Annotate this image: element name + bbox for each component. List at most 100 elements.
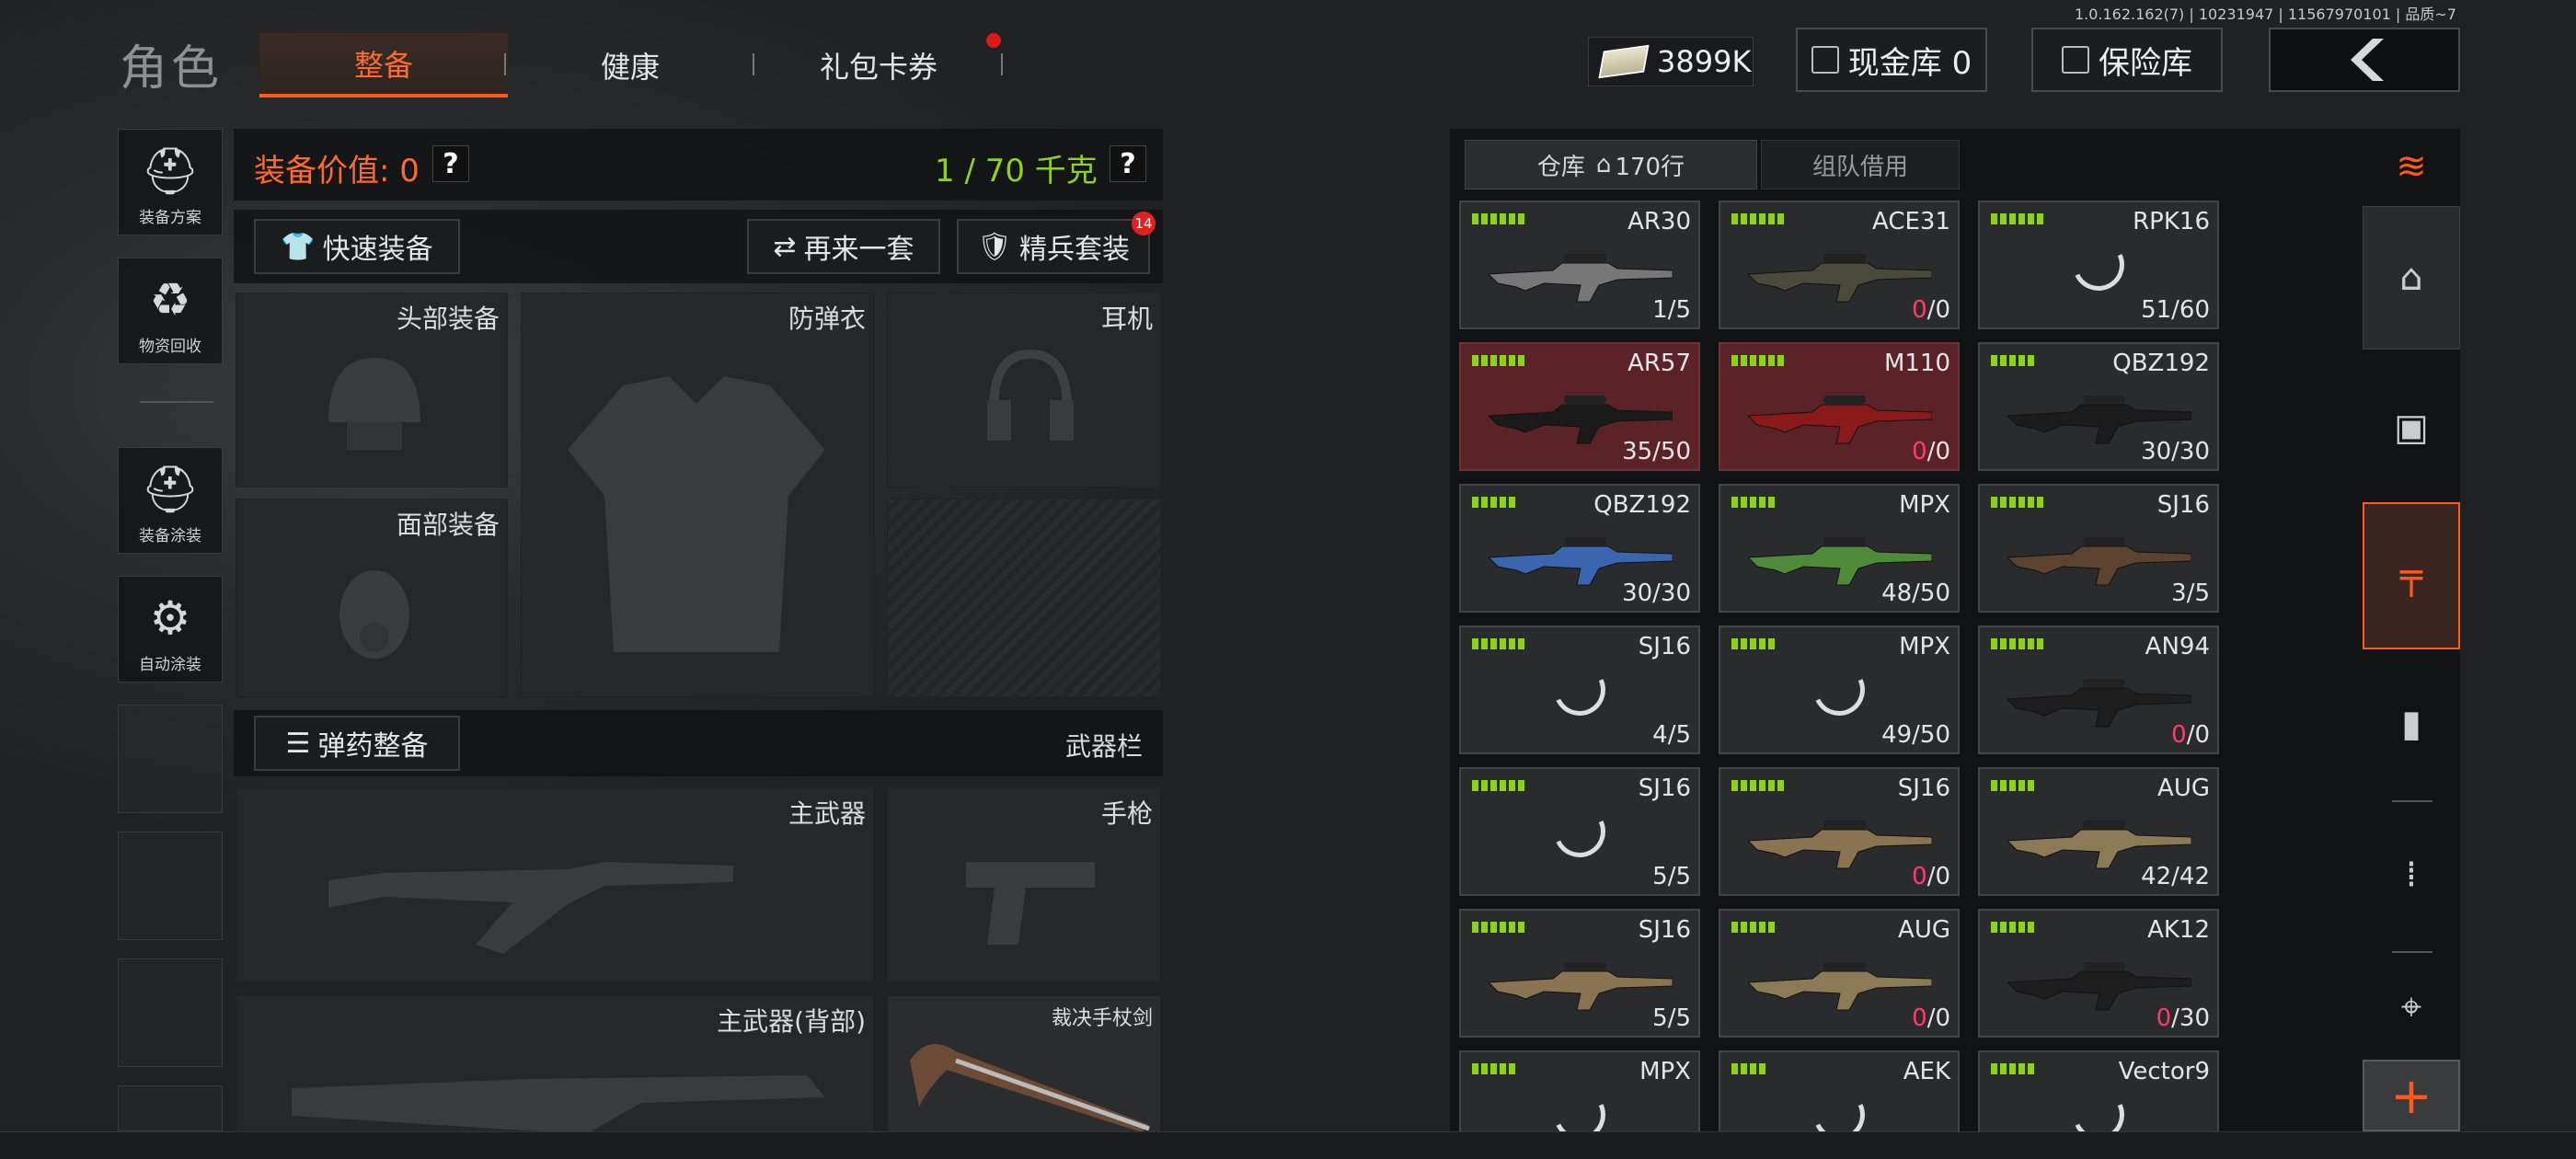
storage-item[interactable]: MPX xyxy=(1459,1050,1700,1131)
item-count: 0/0 xyxy=(1912,438,1950,465)
quick-equip-label: 快速装备 xyxy=(322,234,433,266)
tab-warehouse[interactable]: 仓库 ⌂ 170行 xyxy=(1465,140,1757,189)
loading-spinner-icon xyxy=(1547,798,1613,865)
item-name: ACE31 xyxy=(1872,208,1950,235)
shield-icon: 🛡 xyxy=(976,230,1013,263)
storage-item[interactable]: AUG 42/42 xyxy=(1978,767,2219,896)
safe-icon xyxy=(2062,46,2089,74)
sidebar-empty-slot xyxy=(118,1085,223,1131)
category-divider xyxy=(2392,951,2432,953)
loading-spinner-icon xyxy=(1547,657,1613,723)
rarity-bars xyxy=(1991,780,2034,791)
slot-primary-weapon[interactable]: 主武器 xyxy=(236,787,874,982)
loading-spinner-icon xyxy=(1806,1082,1872,1131)
currency-display[interactable]: 3899K xyxy=(1588,37,1754,86)
rarity-bars xyxy=(1731,1063,1765,1074)
count-badge: 14 xyxy=(1132,212,1156,235)
item-count: 0/30 xyxy=(2156,1004,2210,1032)
ammo-equip-button[interactable]: ☰ 弹药整备 xyxy=(254,716,460,771)
item-name: MPX xyxy=(1899,633,1950,660)
item-count: 5/5 xyxy=(1652,863,1691,890)
item-name: QBZ192 xyxy=(2112,350,2210,377)
weapon-icon xyxy=(1489,254,1673,303)
tab-divider xyxy=(1001,53,1003,75)
storage-item[interactable]: AEK xyxy=(1719,1050,1960,1131)
slot-pistol[interactable]: 手枪 xyxy=(887,787,1161,982)
storage-item[interactable]: AN94 0/0 xyxy=(1978,625,2219,754)
rarity-bars xyxy=(1991,1063,2034,1074)
refresh-icon: ⇄ xyxy=(773,230,797,263)
sidebar-empty-slot xyxy=(118,705,223,813)
rarity-bars xyxy=(1731,497,1775,508)
rarity-bars xyxy=(1472,1063,1515,1074)
storage-item[interactable]: QBZ192 30/30 xyxy=(1459,484,1700,613)
sort-layers-icon[interactable]: ≋ xyxy=(2363,129,2460,204)
storage-item[interactable]: MPX 49/50 xyxy=(1719,625,1960,754)
slot-face[interactable]: 面部装备 xyxy=(236,499,508,697)
pistol-icon xyxy=(966,862,1095,945)
attachment-icon[interactable]: ⌖ xyxy=(2363,957,2460,1058)
storage-item[interactable]: SJ16 5/5 xyxy=(1459,767,1700,896)
magazine-icon[interactable]: ▮ xyxy=(2363,655,2460,793)
cane-sword-icon xyxy=(910,1044,1150,1132)
storage-item[interactable]: AUG 0/0 xyxy=(1719,909,1960,1038)
slot-melee[interactable]: 裁决手杖剑 xyxy=(887,995,1161,1133)
storage-item[interactable]: QBZ192 30/30 xyxy=(1978,342,2219,471)
slot-primary-weapon-back[interactable]: 主武器(背部) xyxy=(236,995,874,1134)
storage-item[interactable]: MPX 48/50 xyxy=(1719,484,1960,613)
safe-button[interactable]: 保险库 xyxy=(2031,28,2223,92)
storage-item[interactable]: AR57 35/50 xyxy=(1459,342,1700,471)
helmet-icon xyxy=(328,358,420,450)
rifle-icon[interactable]: ╤ xyxy=(2363,502,2460,649)
home-icon: ⌂ xyxy=(1595,151,1612,178)
plus-icon[interactable]: + xyxy=(2363,1060,2460,1131)
elite-set-button[interactable]: 🛡 精兵套装 14 xyxy=(957,212,1156,274)
tab-health[interactable]: 健康 xyxy=(506,33,754,98)
item-count: 4/5 xyxy=(1652,721,1691,749)
sidebar-recycle[interactable]: ♻ 物资回收 xyxy=(118,258,223,364)
shirt-icon: 👕 xyxy=(281,230,316,263)
storage-item[interactable]: M110 0/0 xyxy=(1719,342,1960,471)
storage-item[interactable]: SJ16 3/5 xyxy=(1978,484,2219,613)
vault-icon xyxy=(1811,46,1839,74)
quick-equip-button[interactable]: 👕 快速装备 xyxy=(254,219,460,274)
vest-icon[interactable]: ▣ xyxy=(2363,359,2460,497)
equip-value: 装备价值: 0 xyxy=(254,153,420,189)
rarity-bars xyxy=(1991,922,2034,933)
sidebar-autopaint[interactable]: ⚙ 自动涂装 xyxy=(118,576,223,683)
storage-item[interactable]: ACE31 0/0 xyxy=(1719,201,1960,329)
back-button[interactable] xyxy=(2269,28,2460,92)
sidebar-loadout-plans[interactable]: ⛑ 装备方案 xyxy=(118,129,223,235)
item-name: AR57 xyxy=(1627,350,1691,377)
storage-item[interactable]: RPK16 51/60 xyxy=(1978,201,2219,329)
help-icon[interactable]: ? xyxy=(432,145,469,182)
ammo-icon: ☰ xyxy=(285,727,311,760)
rarity-bars xyxy=(1991,355,2034,366)
elite-set-label: 精兵套装 xyxy=(1019,234,1131,266)
cash-vault-button[interactable]: 现金库 0 xyxy=(1796,28,1987,92)
storage-item[interactable]: AK12 0/30 xyxy=(1978,909,2219,1038)
bullet-icon[interactable]: ⁞ xyxy=(2363,806,2460,944)
home-icon[interactable]: ⌂ xyxy=(2363,206,2460,350)
tab-gift[interactable]: 礼包卡券 xyxy=(754,33,1003,98)
weapon-icon xyxy=(1748,820,1932,869)
slot-label: 主武器 xyxy=(788,798,866,829)
tab-team-borrow[interactable]: 组队借用 xyxy=(1761,140,1960,189)
slot-head[interactable]: 头部装备 xyxy=(236,293,508,488)
storage-grid: AR30 1/5 ACE31 0/0 RPK16 51/60 AR57 35/50 M110 0/… xyxy=(1459,201,2352,1131)
storage-item[interactable]: Vector9 xyxy=(1978,1050,2219,1131)
storage-item[interactable]: SJ16 5/5 xyxy=(1459,909,1700,1038)
slot-armor[interactable]: 防弹衣 xyxy=(521,293,874,697)
reequip-button[interactable]: ⇄ 再来一套 xyxy=(747,219,940,274)
item-count: 0/0 xyxy=(1912,863,1950,890)
category-divider xyxy=(2392,800,2432,802)
slot-headset[interactable]: 耳机 xyxy=(887,293,1161,488)
headset-icon xyxy=(987,349,1074,441)
storage-item[interactable]: SJ16 4/5 xyxy=(1459,625,1700,754)
storage-item[interactable]: SJ16 0/0 xyxy=(1719,767,1960,896)
help-icon[interactable]: ? xyxy=(1110,145,1146,182)
storage-item[interactable]: AR30 1/5 xyxy=(1459,201,1700,329)
rarity-bars xyxy=(1472,780,1524,791)
sidebar-paint[interactable]: ⛑ 装备涂装 xyxy=(118,447,223,554)
tab-equip[interactable]: 整备 xyxy=(259,33,508,98)
